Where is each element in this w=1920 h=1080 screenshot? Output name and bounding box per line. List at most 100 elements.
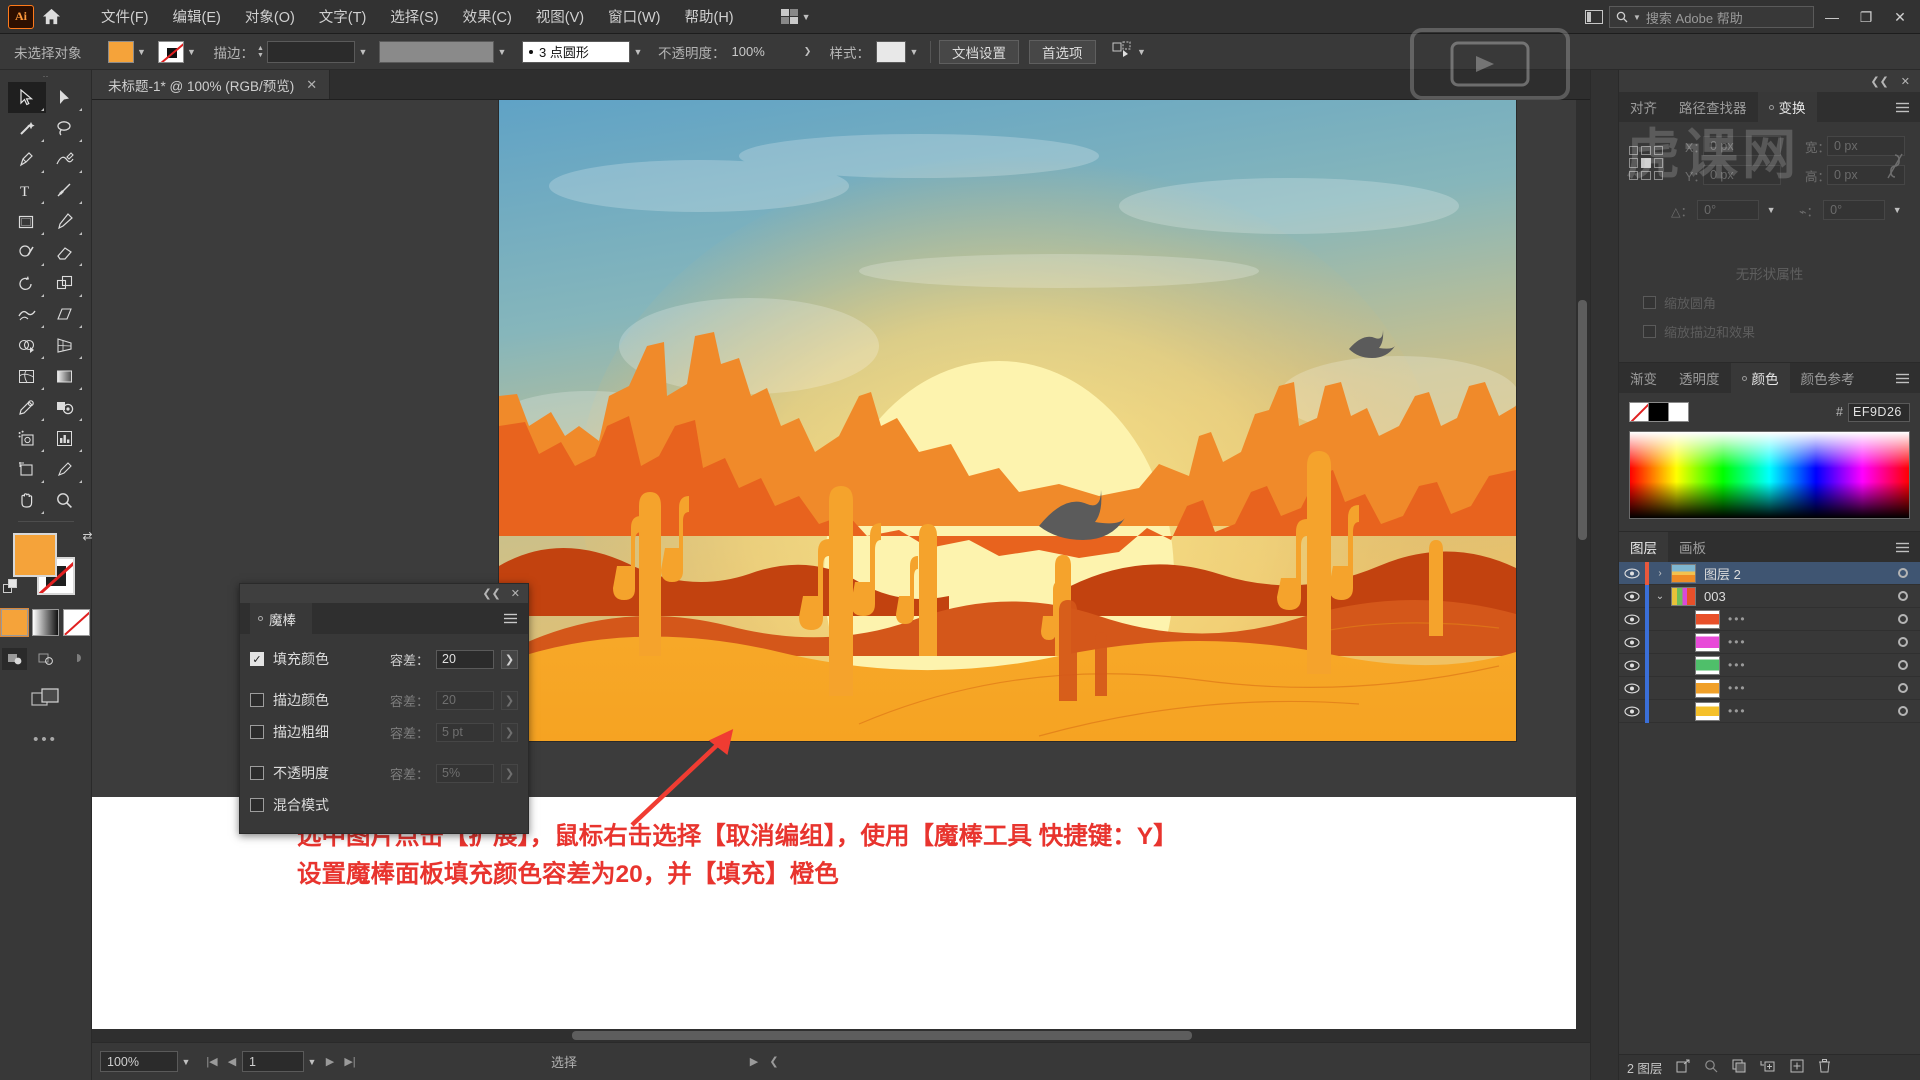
eyedropper-tool[interactable] [8,392,46,423]
mw-row-stroke-color[interactable]: 描边颜色 容差： 20 ❯ [250,684,518,716]
layer-name[interactable]: ••• [1728,704,1747,718]
menu-item-help[interactable]: 帮助(H) [673,1,744,32]
artboard-chevron-icon[interactable]: ▼ [304,1051,320,1073]
panel-menu-icon[interactable] [1885,363,1920,393]
scale-corners-row[interactable]: 缩放圆角 [1643,293,1908,312]
zoom-tool[interactable] [46,485,84,516]
home-icon[interactable] [34,0,68,34]
layer-name[interactable]: ••• [1728,658,1747,672]
tab-align[interactable]: 对齐 [1619,92,1668,122]
scale-strokes-row[interactable]: 缩放描边和效果 [1643,322,1908,341]
menu-item-object[interactable]: 对象(O) [234,1,306,32]
fill-tolerance-input[interactable]: 20 [436,649,494,669]
opacity-checkbox[interactable] [250,766,264,780]
fill-color-swatch[interactable] [107,40,134,63]
tab-layers[interactable]: 图层 [1619,532,1668,562]
graphic-style-swatch[interactable] [876,40,906,63]
opacity-input[interactable]: 100% [726,41,800,63]
layer-name[interactable]: ••• [1728,681,1747,695]
tab-transparency[interactable]: 透明度 [1668,363,1731,393]
toolbar-drag-handle[interactable]: ·· [0,70,91,82]
eye-icon[interactable] [1619,683,1645,694]
status-arrow-icon[interactable]: ▶ [744,1051,764,1072]
layer-name[interactable]: 003 [1704,589,1886,604]
stroke-color-swatch[interactable] [157,40,184,63]
draw-normal-icon[interactable] [2,648,27,670]
canvas-horizontal-scrollbar[interactable] [92,1029,1576,1042]
eye-icon[interactable] [1619,591,1645,602]
stroke-profile-swatch[interactable] [379,40,494,63]
eraser-tool[interactable] [46,237,84,268]
target-indicator[interactable] [1886,591,1920,601]
expand-icon[interactable]: › [1649,568,1671,579]
layer-row-sublayer-4[interactable]: ••• [1619,676,1920,700]
tab-artboards[interactable]: 画板 [1668,532,1717,562]
select-similar-icon[interactable] [1112,41,1134,62]
last-artboard-icon[interactable]: ▶| [340,1051,360,1072]
layer-row-layer2[interactable]: › 图层 2 [1619,562,1920,585]
fill-color-checkbox[interactable]: ✓ [250,652,264,666]
prev-artboard-icon[interactable]: ◀ [222,1051,242,1072]
brush-definition-select[interactable]: 3 点圆形 [522,40,630,63]
eye-icon[interactable] [1619,706,1645,717]
shaper-tool[interactable] [8,237,46,268]
artboard-tool[interactable] [8,454,46,485]
rotate-tool[interactable] [8,268,46,299]
x-input[interactable]: 0 px [1703,136,1781,156]
scale-corners-checkbox[interactable] [1643,296,1656,309]
next-artboard-icon[interactable]: ▶ [320,1051,340,1072]
make-clipping-mask-icon[interactable] [1732,1059,1746,1076]
magic-wand-tool[interactable] [8,113,46,144]
target-indicator[interactable] [1886,614,1920,624]
close-icon[interactable]: ✕ [306,77,317,93]
layer-name[interactable]: ••• [1728,635,1747,649]
new-sublayer-icon[interactable] [1760,1059,1776,1076]
hex-input[interactable]: EF9D26 [1848,402,1910,422]
tab-gradient[interactable]: 渐变 [1619,363,1668,393]
close-icon[interactable]: ✕ [1901,75,1910,88]
none-mode-button[interactable] [63,609,90,636]
mw-row-fill-color[interactable]: ✓ 填充颜色 容差： 20 ❯ [250,643,518,675]
shape-builder-tool[interactable] [8,330,46,361]
mesh-tool[interactable] [8,361,46,392]
hand-tool[interactable] [8,485,46,516]
perspective-grid-tool[interactable] [46,330,84,361]
pen-tool[interactable] [8,144,46,175]
eye-icon[interactable] [1619,614,1645,625]
default-fill-stroke-icon[interactable] [2,579,20,599]
locate-object-icon[interactable] [1704,1059,1718,1076]
zoom-chevron-icon[interactable]: ▼ [178,1051,194,1073]
document-tab[interactable]: 未标题-1* @ 100% (RGB/预览) ✕ [92,70,331,99]
arrange-documents-icon[interactable] [1581,7,1607,27]
scale-tool[interactable] [46,268,84,299]
type-tool[interactable]: T [8,175,46,206]
workspace-switcher[interactable]: ▼ [775,6,817,27]
rectangle-tool[interactable] [8,206,46,237]
collapse-icon[interactable]: ❮❮ [1870,75,1888,88]
draw-behind-icon[interactable] [33,648,58,670]
close-button[interactable]: ✕ [1884,0,1916,34]
select-similar-chevron-icon[interactable]: ▼ [1134,41,1150,63]
link-broken-icon[interactable] [1886,152,1904,183]
gradient-mode-button[interactable] [32,609,59,636]
none-swatch[interactable] [1629,402,1649,422]
menu-item-edit[interactable]: 编辑(E) [162,1,232,32]
line-segment-tool[interactable] [46,175,84,206]
angle-input[interactable]: 0° [1697,200,1760,220]
blend-mode-checkbox[interactable] [250,798,264,812]
lasso-tool[interactable] [46,113,84,144]
brush-chevron-icon[interactable]: ▼ [630,41,646,63]
fill-tolerance-arrow-icon[interactable]: ❯ [501,649,518,669]
magic-wand-tab[interactable]: 魔棒 [250,603,312,634]
new-layer-icon[interactable] [1790,1059,1804,1076]
menu-item-type[interactable]: 文字(T) [308,1,378,32]
panel-menu-icon[interactable] [503,611,518,627]
selection-tool[interactable] [7,82,46,113]
release-to-layers-icon[interactable] [1676,1059,1690,1076]
curvature-tool[interactable] [46,144,84,175]
stroke-chevron-icon[interactable]: ▼ [184,41,200,63]
panel-menu-icon[interactable] [1885,532,1920,562]
layer-name[interactable]: 图层 2 [1704,564,1886,583]
stroke-weight-chevron-icon[interactable]: ▼ [355,41,371,63]
toolbar-more-icon[interactable]: ••• [33,731,58,748]
